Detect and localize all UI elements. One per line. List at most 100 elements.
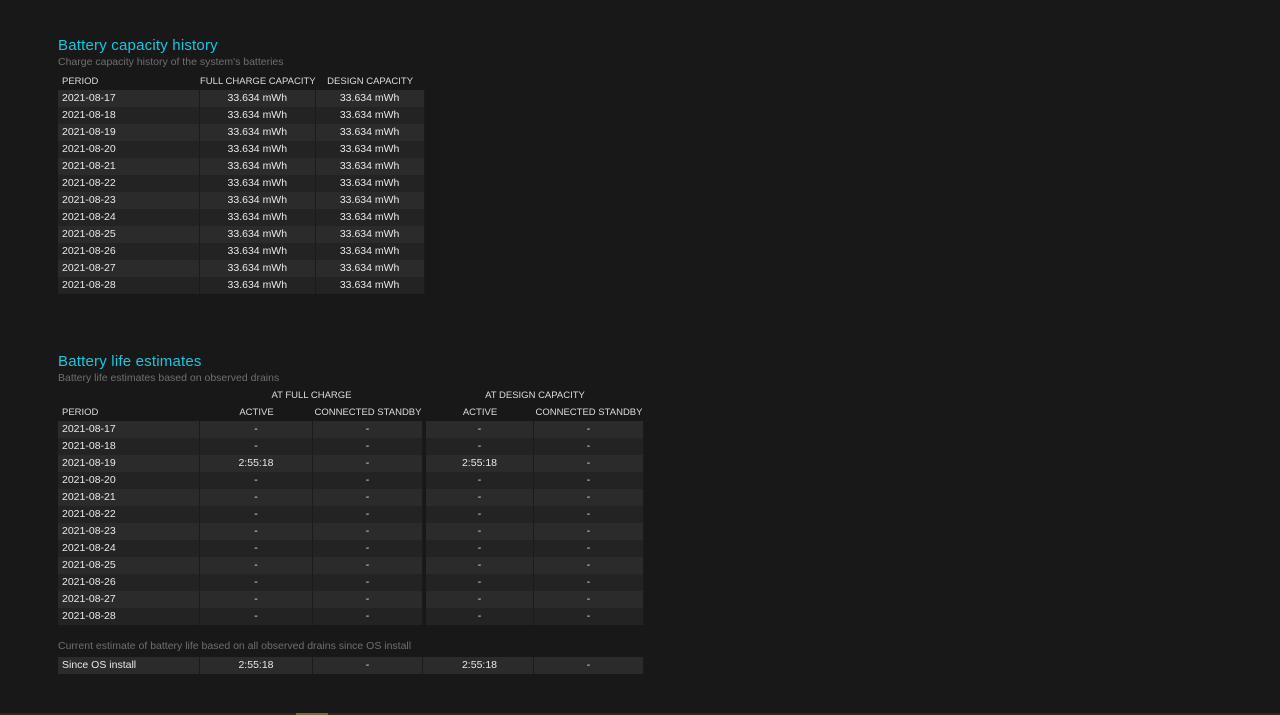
- section-title: Battery capacity history: [58, 37, 218, 54]
- period-cell: 2021-08-28: [58, 608, 200, 625]
- design-capacity-cell: 33.634 mWh: [315, 107, 425, 124]
- full-charge-capacity-cell: 33.634 mWh: [200, 90, 316, 107]
- design-active-cell: -: [426, 438, 534, 455]
- design-active-cell: -: [426, 523, 534, 540]
- design-active-cell: -: [426, 591, 534, 608]
- design-active-cell: 2:55:18: [426, 657, 534, 674]
- design-standby-cell: -: [534, 472, 644, 489]
- full-standby-cell: -: [313, 591, 423, 608]
- full-active-cell: -: [200, 540, 313, 557]
- full-active-cell: -: [200, 438, 313, 455]
- section-subtitle: Battery life estimates based on observed…: [58, 372, 280, 384]
- design-standby-cell: -: [534, 591, 644, 608]
- table-row: 2021-08-22 33.634 mWh 33.634 mWh: [58, 175, 425, 192]
- since-install-row: Since OS install 2:55:18 - 2:55:18 -: [58, 657, 644, 674]
- design-standby-cell: -: [534, 574, 644, 591]
- full-charge-capacity-cell: 33.634 mWh: [200, 277, 316, 294]
- period-cell: 2021-08-22: [58, 175, 200, 192]
- table-row: 2021-08-28 33.634 mWh 33.634 mWh: [58, 277, 425, 294]
- design-capacity-cell: 33.634 mWh: [315, 260, 425, 277]
- full-standby-cell: -: [313, 489, 423, 506]
- design-active-cell: -: [426, 506, 534, 523]
- table-row: 2021-08-17- - - -: [58, 421, 644, 438]
- full-charge-capacity-cell: 33.634 mWh: [200, 141, 316, 158]
- period-cell: 2021-08-21: [58, 158, 200, 175]
- period-cell: 2021-08-17: [58, 90, 200, 107]
- full-active-cell: -: [200, 574, 313, 591]
- table-row: 2021-08-27- - - -: [58, 591, 644, 608]
- full-active-cell: 2:55:18: [200, 455, 313, 472]
- full-active-cell: -: [200, 608, 313, 625]
- period-cell: 2021-08-23: [58, 523, 200, 540]
- design-standby-cell: -: [534, 523, 644, 540]
- table-row: 2021-08-18 33.634 mWh 33.634 mWh: [58, 107, 425, 124]
- section-subtitle: Charge capacity history of the system's …: [58, 56, 284, 68]
- table-row: 2021-08-20 33.634 mWh 33.634 mWh: [58, 141, 425, 158]
- column-header-period: PERIOD: [62, 407, 99, 418]
- full-active-cell: -: [200, 472, 313, 489]
- full-charge-capacity-cell: 33.634 mWh: [200, 243, 316, 260]
- full-active-cell: -: [200, 591, 313, 608]
- full-charge-capacity-cell: 33.634 mWh: [200, 226, 316, 243]
- design-standby-cell: -: [534, 557, 644, 574]
- table-row: 2021-08-20- - - -: [58, 472, 644, 489]
- full-charge-capacity-cell: 33.634 mWh: [200, 107, 316, 124]
- full-active-cell: -: [200, 506, 313, 523]
- table-row: 2021-08-27 33.634 mWh 33.634 mWh: [58, 260, 425, 277]
- table-row: 2021-08-24 33.634 mWh 33.634 mWh: [58, 209, 425, 226]
- full-standby-cell: -: [313, 506, 423, 523]
- period-cell: 2021-08-23: [58, 192, 200, 209]
- design-standby-cell: -: [534, 438, 644, 455]
- design-active-cell: -: [426, 489, 534, 506]
- design-capacity-cell: 33.634 mWh: [315, 277, 425, 294]
- table-row: 2021-08-26 33.634 mWh 33.634 mWh: [58, 243, 425, 260]
- design-capacity-cell: 33.634 mWh: [315, 209, 425, 226]
- period-cell: 2021-08-24: [58, 209, 200, 226]
- full-charge-capacity-cell: 33.634 mWh: [200, 158, 316, 175]
- design-capacity-cell: 33.634 mWh: [315, 226, 425, 243]
- design-capacity-cell: 33.634 mWh: [315, 243, 425, 260]
- period-cell: 2021-08-19: [58, 124, 200, 141]
- table-row: 2021-08-24- - - -: [58, 540, 644, 557]
- full-standby-cell: -: [313, 540, 423, 557]
- table-row: 2021-08-19 33.634 mWh 33.634 mWh: [58, 124, 425, 141]
- period-cell: 2021-08-25: [58, 226, 200, 243]
- period-cell: 2021-08-18: [58, 438, 200, 455]
- table-row: 2021-08-26- - - -: [58, 574, 644, 591]
- period-cell: 2021-08-26: [58, 574, 200, 591]
- full-standby-cell: -: [313, 608, 423, 625]
- design-active-cell: -: [426, 608, 534, 625]
- design-active-cell: -: [426, 421, 534, 438]
- period-cell: 2021-08-26: [58, 243, 200, 260]
- table-row: 2021-08-25 33.634 mWh 33.634 mWh: [58, 226, 425, 243]
- period-cell: Since OS install: [58, 657, 200, 674]
- period-cell: 2021-08-17: [58, 421, 200, 438]
- column-header-full-charge-capacity: FULL CHARGE CAPACITY: [200, 76, 316, 87]
- period-cell: 2021-08-27: [58, 591, 200, 608]
- period-cell: 2021-08-28: [58, 277, 200, 294]
- full-standby-cell: -: [313, 472, 423, 489]
- full-charge-capacity-cell: 33.634 mWh: [200, 192, 316, 209]
- table-row: 2021-08-21 33.634 mWh 33.634 mWh: [58, 158, 425, 175]
- since-install-note: Current estimate of battery life based o…: [58, 640, 412, 652]
- table-row: 2021-08-18- - - -: [58, 438, 644, 455]
- design-standby-cell: -: [534, 506, 644, 523]
- column-header-design-active: ACTIVE: [462, 407, 498, 418]
- table-row: 2021-08-19 2:55:18-2:55:18-: [58, 455, 644, 472]
- full-standby-cell: -: [313, 574, 423, 591]
- section-title: Battery life estimates: [58, 353, 202, 370]
- design-capacity-cell: 33.634 mWh: [315, 90, 425, 107]
- design-active-cell: -: [426, 540, 534, 557]
- period-cell: 2021-08-21: [58, 489, 200, 506]
- full-charge-capacity-cell: 33.634 mWh: [200, 260, 316, 277]
- group-header-design-capacity: AT DESIGN CAPACITY: [485, 390, 585, 401]
- design-standby-cell: -: [534, 608, 644, 625]
- table-row: 2021-08-17 33.634 mWh 33.634 mWh: [58, 90, 425, 107]
- table-row: 2021-08-28- - - -: [58, 608, 644, 625]
- design-capacity-cell: 33.634 mWh: [315, 141, 425, 158]
- table-row: 2021-08-23 33.634 mWh 33.634 mWh: [58, 192, 425, 209]
- full-standby-cell: -: [313, 438, 423, 455]
- design-capacity-cell: 33.634 mWh: [315, 158, 425, 175]
- group-header-spacer: [58, 387, 200, 404]
- period-cell: 2021-08-24: [58, 540, 200, 557]
